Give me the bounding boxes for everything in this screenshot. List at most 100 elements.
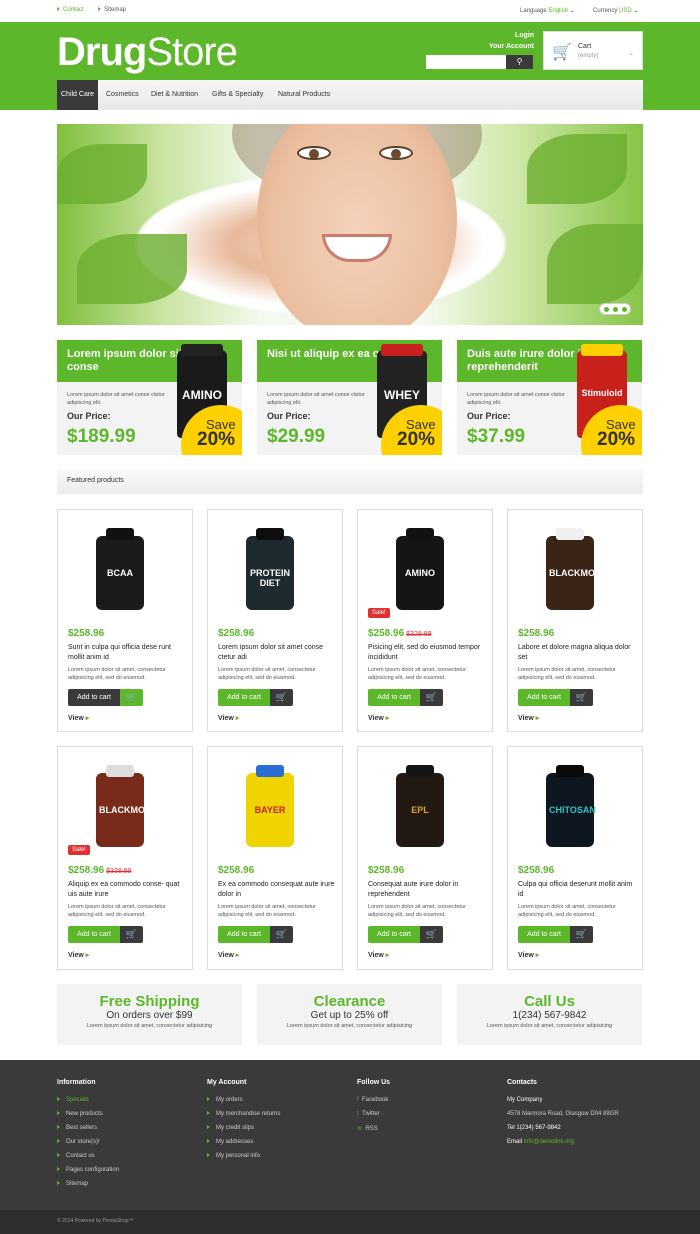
product-image[interactable]: CHITOSAN: [546, 765, 596, 849]
jar-cap: [256, 528, 284, 540]
product-name[interactable]: Consequat aute irure dolor in reprehende…: [368, 880, 486, 900]
nav-item-child-care[interactable]: Child Care: [57, 80, 99, 110]
product-card[interactable]: BAYER $258.96 Ex ea commodo consequat aute…: [207, 746, 343, 970]
hero-banner[interactable]: [57, 124, 643, 325]
product-card[interactable]: AMINO Sale! $258.96 $328.89 Pisicing elit, s…: [357, 509, 493, 732]
product-image[interactable]: EPL: [396, 765, 444, 849]
chevron-down-icon: ⌄: [628, 50, 634, 57]
twitter-link[interactable]: t Twitter: [357, 1111, 390, 1125]
nav-item-natural-products[interactable]: Natural Products: [274, 80, 334, 110]
footer-link-pages[interactable]: Pages configuration: [57, 1167, 119, 1181]
footer-link-best-sellers[interactable]: Best sellers: [57, 1125, 119, 1139]
footer-link-contact[interactable]: Contact us: [57, 1153, 119, 1167]
cart-icon[interactable]: 🛒: [570, 926, 593, 943]
product-name[interactable]: Aliquip ex ea commodo conse- quat uis au…: [68, 880, 186, 900]
view-label: View: [218, 952, 234, 959]
promo-block[interactable]: Lorem ipsum dolor sit amet conse Lorem i…: [57, 340, 242, 455]
cart-icon[interactable]: 🛒: [120, 926, 143, 943]
add-to-cart-button[interactable]: Add to cart: [218, 926, 270, 943]
product-name[interactable]: Labore et dolore magna aliqua dolor set: [518, 643, 636, 663]
account-link[interactable]: Your Account: [489, 41, 534, 52]
slider-pager[interactable]: [599, 303, 631, 315]
info-title: Clearance: [313, 993, 386, 1010]
view-link[interactable]: View ▸: [518, 951, 539, 959]
view-link[interactable]: View ▸: [68, 714, 89, 722]
product-card[interactable]: BLACKMORES $258.96 Labore et dolore magna …: [507, 509, 643, 732]
currency-selector[interactable]: Currency USD ⌄: [593, 7, 638, 14]
smile: [322, 234, 392, 262]
footer-link-sitemap[interactable]: Sitemap: [57, 1181, 119, 1195]
logo[interactable]: DrugStore: [57, 30, 238, 75]
cart-icon[interactable]: 🛒: [570, 689, 593, 706]
footer-link-label: My personal info: [216, 1153, 261, 1159]
product-image[interactable]: AMINO: [396, 528, 444, 612]
product-card[interactable]: BLACKMORES Sale! $258.96 $328.89 Aliquip ex …: [57, 746, 193, 970]
view-label: View: [68, 715, 84, 722]
product-name[interactable]: Ex ea commodo consequat aute irure dolor…: [218, 880, 336, 900]
sitemap-link[interactable]: Sitemap: [98, 7, 126, 13]
cart-icon[interactable]: 🛒: [120, 689, 143, 706]
info-subtitle: 1(234) 567-9842: [512, 1010, 587, 1021]
cart-icon[interactable]: 🛒: [420, 689, 443, 706]
product-name[interactable]: Lorem ipsum dolor sit amet conse ctetur …: [218, 643, 336, 663]
add-to-cart-button[interactable]: Add to cart: [368, 926, 420, 943]
login-link[interactable]: Login: [489, 30, 534, 41]
product-description: Lorem ipsum dolor sit amet, consectetur …: [368, 667, 466, 681]
product-name[interactable]: Pisicing elit, sed do eiusmod tempor inc…: [368, 643, 486, 663]
price-value: $258.96: [368, 865, 405, 876]
footer-link-specials[interactable]: Specials: [57, 1097, 119, 1111]
add-to-cart-button[interactable]: Add to cart: [218, 689, 270, 706]
promo-block[interactable]: Duis aute irure dolor in reprehenderit L…: [457, 340, 642, 455]
view-link[interactable]: View ▸: [68, 951, 89, 959]
product-card[interactable]: EPL $258.96 Consequat aute irure dolor in …: [357, 746, 493, 970]
view-link[interactable]: View ▸: [368, 714, 389, 722]
price-value: $258.96: [518, 865, 555, 876]
cart-icon[interactable]: 🛒: [420, 926, 443, 943]
footer-heading: Information: [57, 1079, 96, 1086]
product-image[interactable]: PROTEIN DIET: [246, 528, 294, 612]
view-link[interactable]: View ▸: [518, 714, 539, 722]
footer-link-stores[interactable]: Our store(s)!: [57, 1139, 119, 1153]
add-to-cart-button[interactable]: Add to cart: [368, 689, 420, 706]
footer-link-new-products[interactable]: New products: [57, 1111, 119, 1125]
facebook-link[interactable]: f Facebook: [357, 1097, 390, 1111]
footer-link-orders[interactable]: My orders: [207, 1097, 280, 1111]
promo-block[interactable]: Nisi ut aliquip ex ea commodo Lorem ipsu…: [257, 340, 442, 455]
chevron-right-icon: ▸: [385, 715, 390, 722]
product-name[interactable]: Sunt in culpa qui officia dese runt moll…: [68, 643, 186, 663]
footer-link-personal-info[interactable]: My personal info: [207, 1153, 280, 1167]
nav-item-gifts-specialty[interactable]: Gifts & Specialty: [208, 80, 267, 110]
product-card[interactable]: BCAA $258.96 Sunt in culpa qui officia des…: [57, 509, 193, 732]
language-selector[interactable]: Language English ⌄: [520, 7, 575, 14]
view-link[interactable]: View ▸: [218, 714, 239, 722]
product-image[interactable]: BLACKMORES: [546, 528, 614, 612]
cart-block[interactable]: 🛒 Cart (empty) ⌄: [543, 31, 643, 70]
product-image[interactable]: BLACKMORES: [96, 765, 164, 849]
footer-link-returns[interactable]: My merchandise returns: [207, 1111, 280, 1125]
nav-item-cosmetics[interactable]: Cosmetics: [102, 80, 143, 110]
product-image[interactable]: BCAA: [96, 528, 144, 612]
promo-price: $37.99: [467, 426, 526, 447]
footer-link-addresses[interactable]: My addresses: [207, 1139, 280, 1153]
email-link[interactable]: info@demolink.org: [524, 1139, 574, 1145]
cart-icon[interactable]: 🛒: [270, 926, 293, 943]
footer-link-credit-slips[interactable]: My credit slips: [207, 1125, 280, 1139]
jar-label: PROTEIN DIET: [249, 568, 290, 588]
contact-link[interactable]: Contact: [57, 7, 84, 13]
chevron-right-icon: ▸: [385, 952, 390, 959]
product-image[interactable]: BAYER: [246, 765, 294, 849]
product-card[interactable]: PROTEIN DIET $258.96 Lorem ipsum dolor sit…: [207, 509, 343, 732]
nav-item-diet-nutrition[interactable]: Diet & Nutrition: [147, 80, 202, 110]
view-link[interactable]: View ▸: [368, 951, 389, 959]
search-button[interactable]: ⚲: [506, 55, 533, 69]
add-to-cart-button[interactable]: Add to cart: [68, 926, 120, 943]
rss-link[interactable]: ≋ RSS: [357, 1125, 390, 1139]
search-input[interactable]: [426, 55, 506, 69]
cart-icon[interactable]: 🛒: [270, 689, 293, 706]
product-name[interactable]: Culpa qui officia deserunt mollit anim i…: [518, 880, 636, 900]
product-card[interactable]: CHITOSAN $258.96 Culpa qui officia deserun…: [507, 746, 643, 970]
add-to-cart-button[interactable]: Add to cart: [518, 926, 570, 943]
view-link[interactable]: View ▸: [218, 951, 239, 959]
add-to-cart-button[interactable]: Add to cart: [68, 689, 120, 706]
add-to-cart-button[interactable]: Add to cart: [518, 689, 570, 706]
